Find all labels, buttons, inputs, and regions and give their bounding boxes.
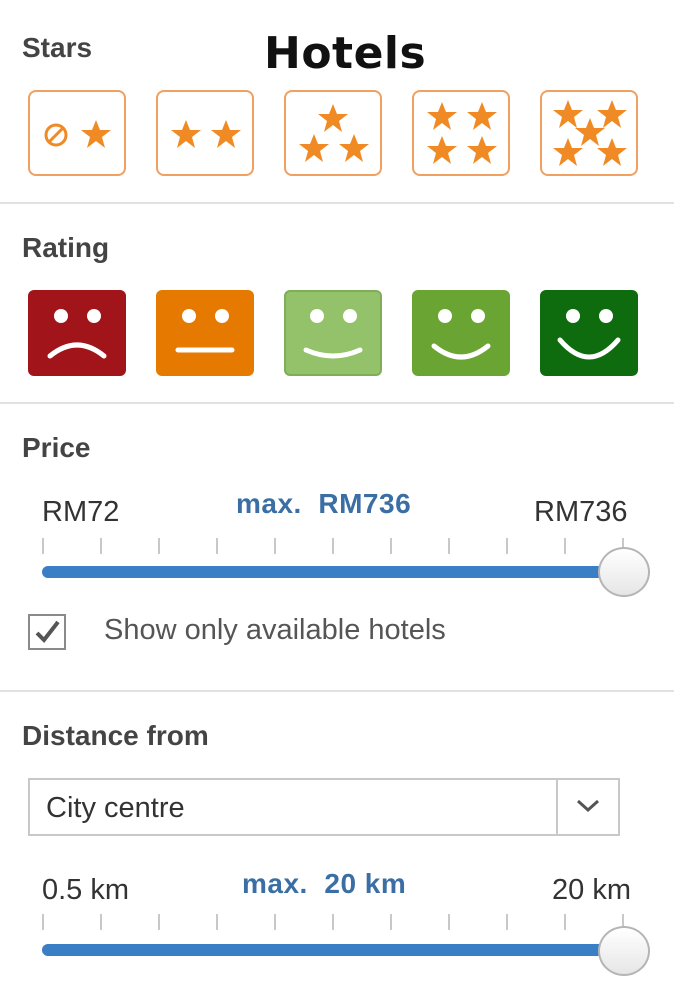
distance-from-value: City centre	[46, 792, 185, 824]
distance-from-select[interactable]: City centre	[28, 778, 620, 836]
excellent-face-icon	[557, 309, 621, 360]
distance-ticks	[42, 914, 630, 932]
price-slider-handle[interactable]	[598, 547, 650, 597]
divider	[0, 690, 674, 692]
rating-filter-neutral[interactable]	[156, 290, 254, 376]
price-max-label: RM736	[534, 496, 628, 528]
price-slider-track[interactable]	[42, 566, 622, 578]
available-hotels-checkbox[interactable]	[28, 614, 66, 650]
price-max-text: max. RM736	[236, 488, 412, 519]
select-dropdown-button[interactable]	[556, 780, 618, 834]
good-face-icon	[431, 309, 491, 360]
distance-heading: Distance from	[22, 720, 209, 751]
neutral-face-icon	[175, 309, 235, 353]
rating-filter-very-bad[interactable]	[28, 290, 126, 376]
available-hotels-label[interactable]: Show only available hotels	[104, 614, 446, 647]
rating-heading: Rating	[22, 232, 110, 263]
okay-face-icon	[303, 309, 363, 359]
checkmark-icon	[35, 620, 60, 644]
distance-min-label: 0.5 km	[42, 874, 130, 906]
price-ticks	[42, 538, 630, 556]
price-heading: Price	[22, 432, 91, 463]
very-bad-face-icon	[47, 309, 107, 359]
rating-filter-good[interactable]	[412, 290, 510, 376]
divider	[0, 402, 674, 404]
rating-filter-excellent[interactable]	[540, 290, 638, 376]
distance-max-label: 20 km	[552, 874, 631, 906]
distance-slider-handle[interactable]	[598, 926, 650, 976]
chevron-down-icon	[576, 799, 600, 813]
distance-slider-track[interactable]	[42, 944, 622, 956]
rating-section: Rating	[0, 0, 674, 402]
rating-filter-okay[interactable]	[284, 290, 382, 376]
distance-max-text: max. 20 km	[242, 868, 407, 899]
price-min-label: RM72	[42, 496, 120, 528]
